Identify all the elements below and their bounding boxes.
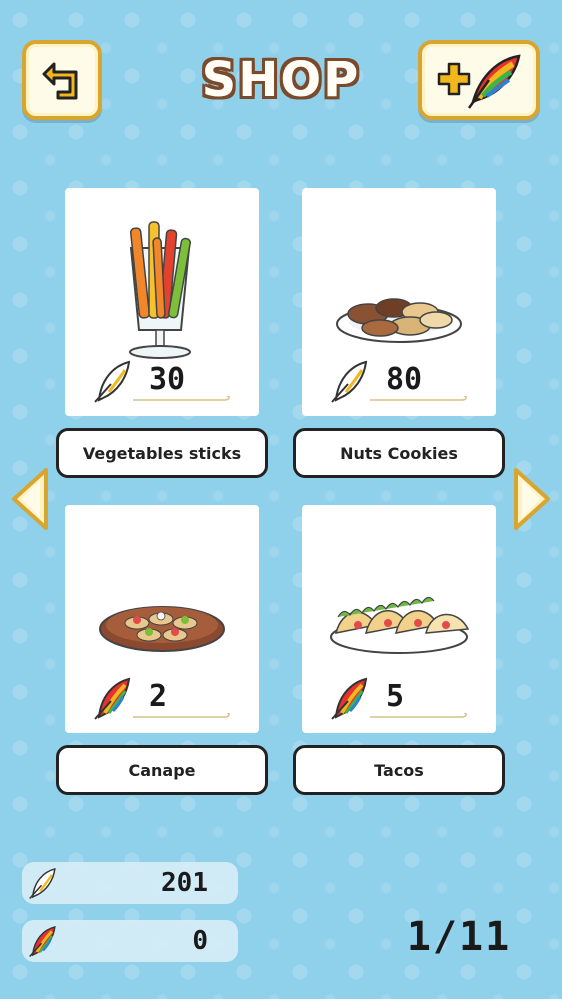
plus-rainbow-feather-icon <box>437 54 521 109</box>
white-feather-icon <box>29 867 56 900</box>
white-feather-count: 201 <box>161 868 208 898</box>
next-page-arrow-icon[interactable] <box>512 466 552 532</box>
vegetable-sticks-icon <box>129 221 191 359</box>
rainbow-feather-balance: 0 <box>22 920 238 962</box>
page-indicator: 1/11 <box>406 914 512 960</box>
rainbow-feather-count: 0 <box>192 926 208 956</box>
price-underline <box>370 396 467 401</box>
item-name-plate[interactable]: Canape <box>56 745 268 795</box>
item-price: 5 <box>386 679 405 714</box>
shop-item-card[interactable]: 30 <box>65 188 259 416</box>
shop-item-card[interactable]: 2 <box>65 505 259 733</box>
shop-item-card[interactable]: 5 <box>302 505 496 733</box>
item-price: 80 <box>386 362 423 397</box>
shop-item-card[interactable]: 80 <box>302 188 496 416</box>
rainbow-feather-icon <box>331 677 368 720</box>
add-feather-button[interactable] <box>418 40 540 120</box>
item-price: 30 <box>149 362 186 397</box>
white-feather-icon <box>331 360 368 403</box>
nuts-cookies-icon <box>336 298 462 343</box>
rainbow-feather-icon <box>29 925 56 958</box>
canape-icon <box>99 606 225 652</box>
item-name-plate[interactable]: Nuts Cookies <box>293 428 505 478</box>
item-name-plate[interactable]: Tacos <box>293 745 505 795</box>
price-underline <box>370 713 467 718</box>
tacos-icon <box>330 596 470 654</box>
item-name-plate[interactable]: Vegetables sticks <box>56 428 268 478</box>
white-feather-balance: 201 <box>22 862 238 904</box>
item-price: 2 <box>149 679 168 714</box>
white-feather-icon <box>94 360 131 403</box>
previous-page-arrow-icon[interactable] <box>10 466 50 532</box>
price-underline <box>133 396 230 401</box>
price-underline <box>133 713 230 718</box>
rainbow-feather-icon <box>94 677 131 720</box>
